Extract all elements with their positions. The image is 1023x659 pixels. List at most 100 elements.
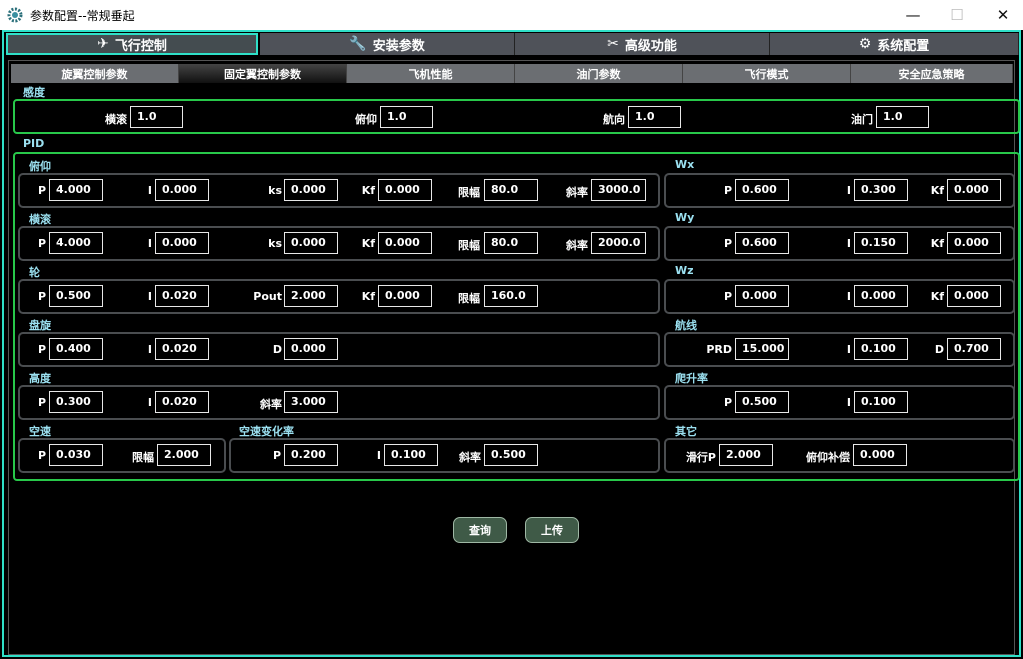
- pitch-sensitivity-input[interactable]: 1.0: [380, 106, 433, 128]
- wy-p-input[interactable]: 0.600: [735, 232, 789, 254]
- tab-system-config[interactable]: ⚙ 系统配置: [770, 33, 1019, 55]
- roll-kf-input[interactable]: 0.000: [378, 232, 432, 254]
- pitch-ks-input[interactable]: 0.000: [284, 179, 338, 201]
- yaw-sensitivity-input[interactable]: 1.0: [628, 106, 681, 128]
- route-d-input[interactable]: 0.700: [947, 338, 1001, 360]
- airspeed-rate-slope-input[interactable]: 0.500: [484, 444, 538, 466]
- tab-advanced[interactable]: ✂ 高级功能: [515, 33, 770, 55]
- glide-p-input[interactable]: 2.000: [719, 444, 773, 466]
- tab-label: 系统配置: [877, 38, 930, 54]
- roll-ks-input[interactable]: 0.000: [284, 232, 338, 254]
- pitch-slope-input[interactable]: 3000.0: [591, 179, 646, 201]
- yaw-sensitivity-label: 航向: [603, 113, 625, 126]
- pitch-comp-input[interactable]: 0.000: [853, 444, 907, 466]
- throttle-sensitivity-input[interactable]: 1.0: [876, 106, 929, 128]
- wx-p-input[interactable]: 0.600: [735, 179, 789, 201]
- kf-label: Kf: [361, 290, 375, 303]
- main-panel: ✈ 飞行控制 🔧 安装参数 ✂ 高级功能 ⚙ 系统配置 旋翼控制参数 固定翼控制…: [2, 30, 1021, 657]
- altitude-p-input[interactable]: 0.300: [49, 391, 103, 413]
- wy-i-input[interactable]: 0.150: [854, 232, 908, 254]
- main-tab-bar: ✈ 飞行控制 🔧 安装参数 ✂ 高级功能 ⚙ 系统配置: [4, 32, 1019, 56]
- pitch-kf-input[interactable]: 0.000: [378, 179, 432, 201]
- airspeed-pid-box: P 0.030 限幅 2.000: [18, 438, 226, 473]
- i-label: I: [846, 237, 851, 250]
- wheel-kf-input[interactable]: 0.000: [378, 285, 432, 307]
- airspeed-limit-input[interactable]: 2.000: [157, 444, 211, 466]
- i-label: I: [846, 343, 851, 356]
- app-window: 参数配置--常规垂起 — ☐ ✕ ✈ 飞行控制 🔧 安装参数 ✂ 高级功能 ⚙ …: [0, 0, 1023, 659]
- i-label: I: [846, 290, 851, 303]
- altitude-pid-title: 高度: [29, 372, 51, 385]
- circle-d-input[interactable]: 0.000: [284, 338, 338, 360]
- wheel-i-input[interactable]: 0.020: [155, 285, 209, 307]
- airspeed-p-input[interactable]: 0.030: [49, 444, 103, 466]
- other-box: 滑行P 2.000 俯仰补偿 0.000: [664, 438, 1015, 473]
- tab-label: 安装参数: [372, 38, 425, 54]
- wheel-pid-box: P 0.500 I 0.020 Pout 2.000 Kf 0.000 限幅 1…: [18, 279, 660, 314]
- subtab-fixed-wing-control[interactable]: 固定翼控制参数: [179, 64, 347, 83]
- subtab-flight-mode[interactable]: 飞行模式: [683, 64, 851, 83]
- roll-p-input[interactable]: 4.000: [49, 232, 103, 254]
- tab-install-params[interactable]: 🔧 安装参数: [260, 33, 515, 55]
- subtab-safety-strategy[interactable]: 安全应急策略: [851, 64, 1013, 83]
- pid-title: PID: [23, 137, 45, 150]
- route-pid-title: 航线: [675, 319, 697, 332]
- tab-flight-control[interactable]: ✈ 飞行控制: [6, 33, 258, 55]
- wz-p-input[interactable]: 0.000: [735, 285, 789, 307]
- wheel-limit-input[interactable]: 160.0: [484, 285, 538, 307]
- roll-pid-title: 横滚: [29, 213, 51, 226]
- subtab-throttle-params[interactable]: 油门参数: [515, 64, 683, 83]
- airspeed-rate-p-input[interactable]: 0.200: [284, 444, 338, 466]
- altitude-slope-input[interactable]: 3.000: [284, 391, 338, 413]
- p-label: P: [272, 449, 281, 462]
- subtab-aircraft-performance[interactable]: 飞机性能: [347, 64, 515, 83]
- d-label: D: [272, 343, 282, 356]
- wx-pid-box: P 0.600 I 0.300 Kf 0.000: [664, 173, 1015, 208]
- wheel-p-input[interactable]: 0.500: [49, 285, 103, 307]
- roll-sensitivity-input[interactable]: 1.0: [130, 106, 183, 128]
- tab-label: 高级功能: [624, 38, 677, 54]
- kf-label: Kf: [361, 184, 375, 197]
- i-label: I: [376, 449, 381, 462]
- upload-button[interactable]: 上传: [525, 517, 579, 543]
- query-button[interactable]: 查询: [453, 517, 507, 543]
- altitude-i-input[interactable]: 0.020: [155, 391, 209, 413]
- route-i-input[interactable]: 0.100: [854, 338, 908, 360]
- wx-kf-input[interactable]: 0.000: [947, 179, 1001, 201]
- pitch-comp-label: 俯仰补偿: [806, 451, 850, 464]
- maximize-button[interactable]: ☐: [946, 4, 968, 26]
- sub-tab-panel: 旋翼控制参数 固定翼控制参数 飞机性能 油门参数 飞行模式 安全应急策略 感度 …: [8, 60, 1020, 655]
- climb-i-input[interactable]: 0.100: [854, 391, 908, 413]
- climb-p-input[interactable]: 0.500: [735, 391, 789, 413]
- roll-slope-input[interactable]: 2000.0: [591, 232, 646, 254]
- p-label: P: [723, 396, 732, 409]
- pitch-limit-input[interactable]: 80.0: [484, 179, 538, 201]
- i-label: I: [147, 343, 152, 356]
- limit-label: 限幅: [458, 239, 480, 252]
- pitch-p-input[interactable]: 4.000: [49, 179, 103, 201]
- roll-limit-input[interactable]: 80.0: [484, 232, 538, 254]
- kf-label: Kf: [930, 290, 944, 303]
- wz-i-input[interactable]: 0.000: [854, 285, 908, 307]
- wx-i-input[interactable]: 0.300: [854, 179, 908, 201]
- slope-label: 斜率: [566, 186, 588, 199]
- close-button[interactable]: ✕: [992, 4, 1014, 26]
- glide-p-label: 滑行P: [685, 451, 716, 464]
- subtab-rotor-control[interactable]: 旋翼控制参数: [11, 64, 179, 83]
- ks-label: ks: [268, 237, 282, 250]
- kf-label: Kf: [361, 237, 375, 250]
- route-pid-box: PRD 15.000 I 0.100 D 0.700: [664, 332, 1015, 367]
- airspeed-rate-i-input[interactable]: 0.100: [384, 444, 438, 466]
- pitch-i-input[interactable]: 0.000: [155, 179, 209, 201]
- climb-pid-box: P 0.500 I 0.100: [664, 385, 1015, 420]
- p-label: P: [37, 449, 46, 462]
- roll-i-input[interactable]: 0.000: [155, 232, 209, 254]
- i-label: I: [147, 184, 152, 197]
- circle-i-input[interactable]: 0.020: [155, 338, 209, 360]
- wy-kf-input[interactable]: 0.000: [947, 232, 1001, 254]
- wheel-pout-input[interactable]: 2.000: [284, 285, 338, 307]
- circle-p-input[interactable]: 0.400: [49, 338, 103, 360]
- minimize-button[interactable]: —: [902, 4, 924, 26]
- wz-kf-input[interactable]: 0.000: [947, 285, 1001, 307]
- route-prd-input[interactable]: 15.000: [735, 338, 789, 360]
